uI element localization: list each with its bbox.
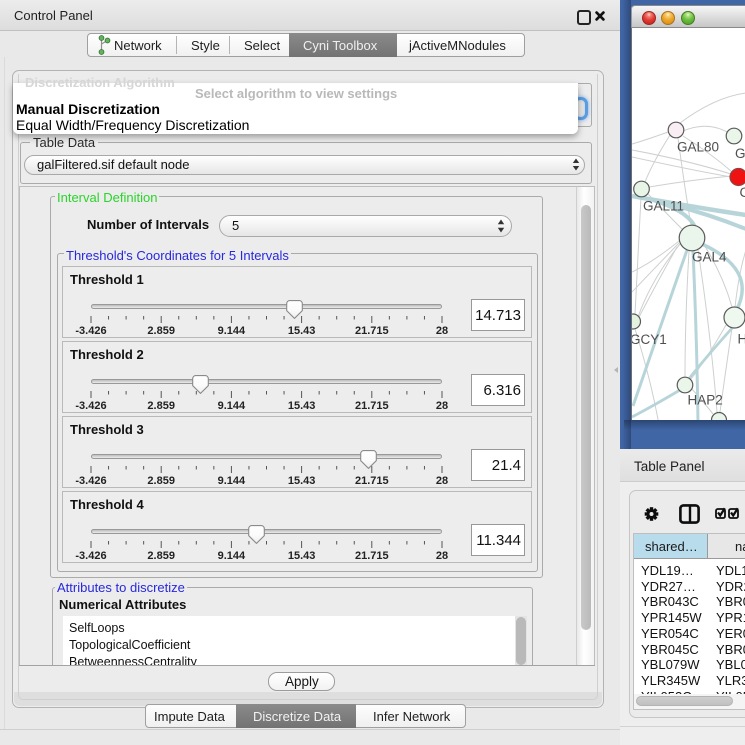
svg-text:GAL80: GAL80 [677, 140, 719, 155]
svg-text:CD: CD [740, 185, 745, 200]
svg-text:GCY1: GCY1 [631, 332, 667, 347]
svg-text:GAL2: GAL2 [735, 146, 745, 161]
svg-text:HAP2: HAP2 [688, 393, 723, 408]
svg-text:GAL4: GAL4 [692, 250, 727, 265]
svg-text:H: H [738, 332, 745, 347]
svg-text:GAL11: GAL11 [643, 199, 684, 214]
